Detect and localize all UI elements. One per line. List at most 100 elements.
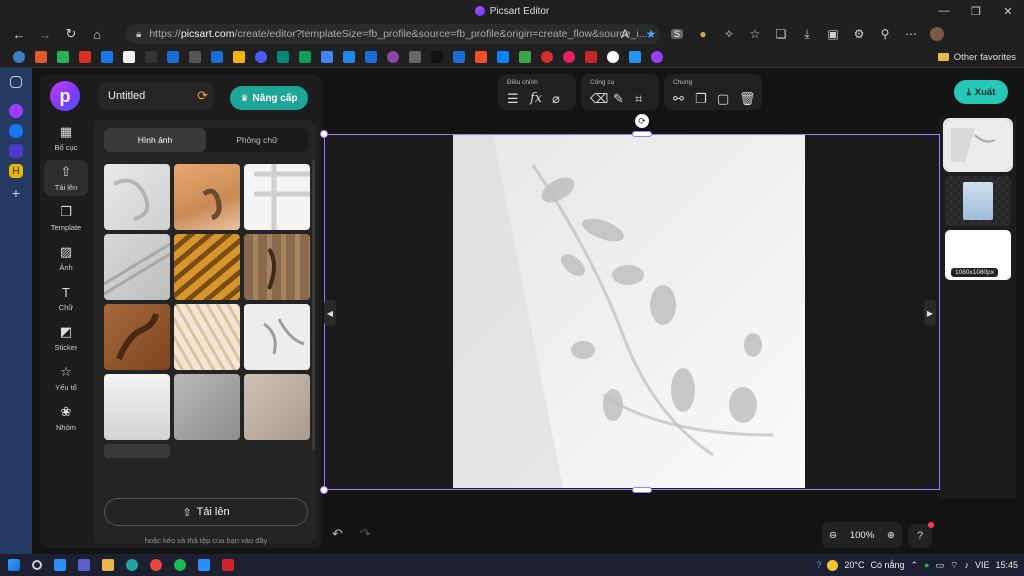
- fav-sheets-icon[interactable]: [299, 50, 311, 63]
- refresh-icon[interactable]: ↻: [58, 22, 84, 46]
- uploaded-image-thumb[interactable]: [104, 234, 170, 300]
- taskbar-chrome-icon[interactable]: [150, 559, 162, 571]
- taskbar-explorer-icon[interactable]: [102, 559, 114, 571]
- back-icon[interactable]: ←: [6, 22, 32, 46]
- fav-grid-icon[interactable]: [189, 50, 201, 63]
- fav-bing2-icon[interactable]: [211, 50, 223, 63]
- sliders-icon[interactable]: ☰: [507, 91, 519, 107]
- tab-h-icon[interactable]: H: [9, 164, 23, 178]
- weather-temp[interactable]: 20°C: [844, 560, 864, 570]
- fav-bing3-icon[interactable]: [365, 50, 377, 63]
- taskbar-teams-icon[interactable]: [78, 559, 90, 571]
- fav-gift-icon[interactable]: [35, 50, 47, 63]
- fav-red-icon[interactable]: [541, 50, 553, 63]
- uploaded-image-thumb[interactable]: [104, 164, 170, 230]
- tab-fonts[interactable]: Phông chữ: [206, 128, 308, 152]
- fav-pink-icon[interactable]: [563, 50, 575, 63]
- uploaded-image-thumb[interactable]: [104, 304, 170, 370]
- project-title-input[interactable]: Untitled ⟳: [98, 82, 214, 110]
- collections-icon[interactable]: ❏: [768, 24, 794, 44]
- tabs-icon[interactable]: [10, 76, 22, 88]
- taskbar-zoom-icon[interactable]: [198, 559, 210, 571]
- uploaded-image-thumb[interactable]: [104, 374, 170, 440]
- tab-list-icon[interactable]: [9, 144, 23, 158]
- minimize-icon[interactable]: —: [928, 0, 960, 22]
- uploaded-image-thumb[interactable]: [244, 374, 310, 440]
- fav-google-icon[interactable]: [607, 50, 619, 63]
- fav-tiktok-icon[interactable]: [431, 50, 443, 63]
- rail-item-template[interactable]: ❐ Template: [44, 200, 88, 236]
- help-icon[interactable]: ?: [908, 524, 932, 548]
- fav-messenger-icon[interactable]: [497, 50, 509, 63]
- duplicate-icon[interactable]: ❐: [695, 91, 707, 107]
- collapse-right-arrow[interactable]: ▶: [924, 300, 936, 326]
- canvas-area[interactable]: [324, 134, 940, 490]
- tab-images[interactable]: Hình ảnh: [104, 128, 206, 152]
- copy-icon[interactable]: ▢: [717, 91, 729, 107]
- new-tab-icon[interactable]: +: [7, 184, 25, 202]
- fav-h-icon[interactable]: [387, 50, 399, 63]
- rail-item-image[interactable]: ▨ Ảnh: [44, 240, 88, 276]
- uploaded-image-thumb[interactable]: [244, 234, 310, 300]
- fav-bing-icon[interactable]: [167, 50, 179, 63]
- uploaded-image-thumb[interactable]: [174, 374, 240, 440]
- tab-messenger-icon[interactable]: [9, 124, 23, 138]
- weather-desc[interactable]: Có nắng: [870, 560, 904, 570]
- brush-icon[interactable]: ✎: [613, 91, 624, 107]
- performance-icon[interactable]: ⚙: [846, 24, 872, 44]
- extension-cookie-icon[interactable]: ●: [690, 24, 716, 44]
- screenshot-icon[interactable]: ▣: [820, 24, 846, 44]
- read-aloud-icon[interactable]: A: [612, 24, 638, 44]
- restore-icon[interactable]: ❐: [960, 0, 992, 22]
- fav-meet2-icon[interactable]: [629, 50, 641, 63]
- upgrade-button[interactable]: ♛ Nâng cấp: [230, 86, 308, 110]
- downloads-icon[interactable]: ⤓: [794, 24, 820, 44]
- resize-handle-bottom[interactable]: [632, 487, 652, 493]
- uploaded-image-thumb[interactable]: [174, 164, 240, 230]
- zoom-out-icon[interactable]: ⊖: [829, 530, 837, 541]
- favorite-star-icon[interactable]: ★: [638, 24, 664, 44]
- search-icon[interactable]: [32, 560, 42, 570]
- artboard-image[interactable]: [453, 135, 805, 488]
- help-tray-icon[interactable]: ?: [816, 560, 821, 570]
- fav-picsart-icon[interactable]: [651, 50, 663, 63]
- fav-edge-icon[interactable]: [13, 50, 25, 63]
- favorites-icon[interactable]: ☆: [742, 24, 768, 44]
- fav-gmail-icon[interactable]: [79, 50, 91, 63]
- upload-panel-scrollbar[interactable]: [312, 160, 315, 450]
- fav-leaf-icon[interactable]: [519, 50, 531, 63]
- effects-fx-icon[interactable]: fx: [530, 91, 542, 106]
- fav-chat-icon[interactable]: [343, 50, 355, 63]
- extension-s-icon[interactable]: S: [664, 24, 690, 44]
- tray-spotify-icon[interactable]: ●: [924, 560, 929, 570]
- rail-item-text[interactable]: T Chữ: [44, 280, 88, 316]
- resize-handle-bottom-left[interactable]: [320, 486, 328, 494]
- fav-drive-icon[interactable]: [233, 50, 245, 63]
- page-thumb-2[interactable]: [945, 176, 1011, 226]
- export-button[interactable]: ⤓ Xuất: [954, 80, 1008, 104]
- resize-handle-top-left[interactable]: [320, 130, 328, 138]
- tray-volume-icon[interactable]: ♪: [964, 560, 969, 570]
- uploaded-image-thumb[interactable]: [244, 304, 310, 370]
- uploaded-image-thumb[interactable]: [244, 164, 310, 230]
- fav-st-icon[interactable]: [145, 50, 157, 63]
- tab-picsart-icon[interactable]: [9, 104, 23, 118]
- collapse-left-arrow[interactable]: ◀: [324, 300, 336, 326]
- uploaded-image-thumb[interactable]: [174, 304, 240, 370]
- rail-item-upload[interactable]: ⇧ Tải lên: [44, 160, 88, 196]
- fav-image-icon[interactable]: [57, 50, 69, 63]
- uploaded-image-thumb[interactable]: [174, 234, 240, 300]
- rail-item-elements[interactable]: ☆ Yếu tố: [44, 360, 88, 396]
- tray-chevron-icon[interactable]: ⌃: [910, 560, 918, 571]
- trash-icon[interactable]: 🗑︎: [739, 91, 756, 107]
- close-icon[interactable]: ✕: [992, 0, 1024, 22]
- copilot-icon[interactable]: ⚲: [872, 24, 898, 44]
- home-icon[interactable]: ⌂: [84, 22, 110, 46]
- tray-wifi-icon[interactable]: ⌔: [950, 560, 958, 571]
- redo-icon[interactable]: ↷: [360, 526, 371, 542]
- fav-flag-icon[interactable]: [585, 50, 597, 63]
- more-icon[interactable]: ⋯: [898, 24, 924, 44]
- taskbar-spotify-icon[interactable]: [174, 559, 186, 571]
- taskbar-edge-icon[interactable]: [126, 559, 138, 571]
- profile-avatar[interactable]: [924, 24, 950, 44]
